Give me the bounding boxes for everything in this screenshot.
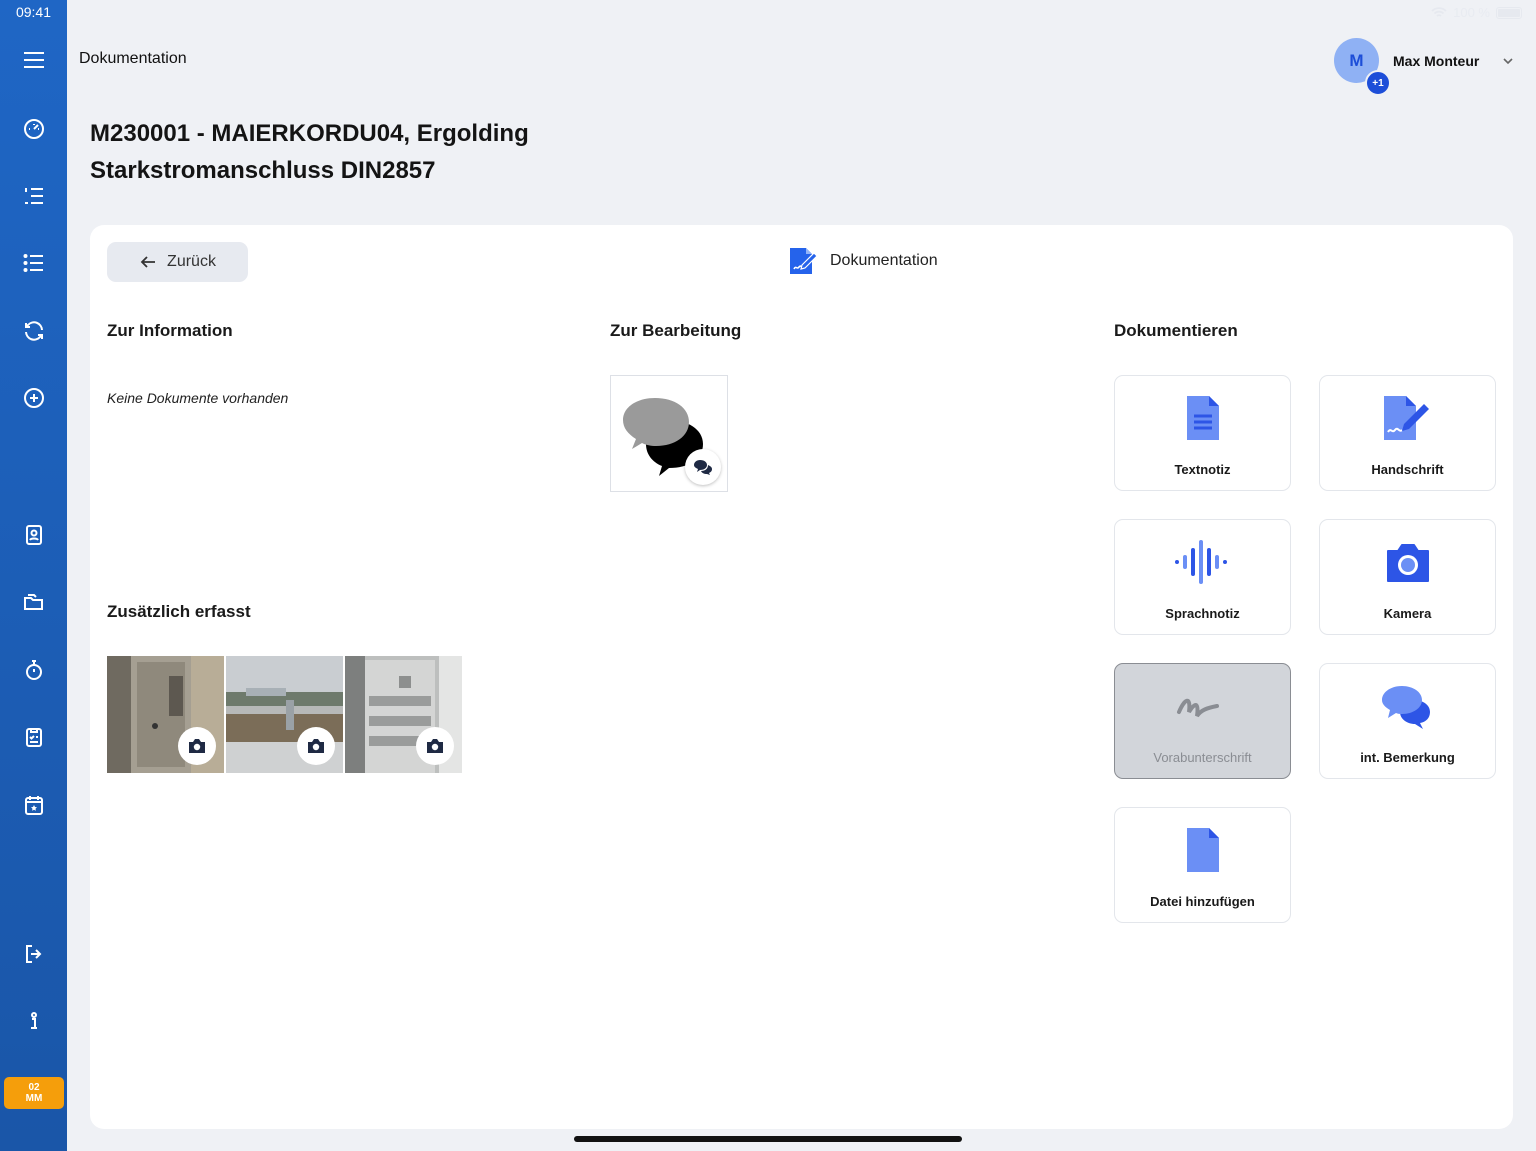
info-empty-text: Keine Dokumente vorhanden <box>107 390 289 406</box>
badge-line2: MM <box>25 1093 43 1104</box>
folders-icon <box>24 594 43 610</box>
calendar-star-icon <box>25 796 43 815</box>
wifi-icon <box>1431 6 1447 17</box>
signature-icon <box>1176 698 1219 718</box>
menu-icon <box>24 52 44 68</box>
page-title-line2: Starkstromanschluss DIN2857 <box>90 157 436 184</box>
int-bemerkung-label: int. Bemerkung <box>1360 750 1455 765</box>
chevron-down-icon[interactable] <box>1501 54 1515 68</box>
comment-badge <box>685 449 721 485</box>
sidebar-item-orders[interactable] <box>13 175 55 217</box>
doc-section-title: Dokumentieren <box>1114 321 1238 340</box>
kamera-button[interactable]: Kamera <box>1319 519 1496 635</box>
arrow-left-icon <box>140 256 156 268</box>
vorabunterschrift-button[interactable]: Vorabunterschrift <box>1114 663 1291 779</box>
vorabunterschrift-label: Vorabunterschrift <box>1153 750 1252 765</box>
contact-book-icon <box>26 525 42 545</box>
sidebar-item-tasks[interactable] <box>13 242 55 284</box>
sprachnotiz-label: Sprachnotiz <box>1165 606 1240 621</box>
camera-badge <box>416 727 454 765</box>
datei-hinzufuegen-label: Datei hinzufügen <box>1150 894 1255 909</box>
datei-hinzufuegen-button[interactable]: Datei hinzufügen <box>1114 807 1291 923</box>
stopwatch-icon <box>26 660 42 680</box>
sidebar-item-contacts[interactable] <box>13 514 55 556</box>
back-label: Zurück <box>167 253 216 270</box>
edit-section-title: Zur Bearbeitung <box>610 321 742 340</box>
user-initials-badge[interactable]: 02 MM <box>4 1077 64 1109</box>
status-bar: 100 % <box>1431 5 1522 20</box>
comments-icon <box>694 460 712 475</box>
menu-button[interactable] <box>13 39 55 81</box>
status-time: 09:41 <box>15 4 52 20</box>
documentation-card: Zurück Dokumentation Zur Information Kei… <box>90 225 1513 1129</box>
ordered-list-icon <box>25 188 43 204</box>
battery-icon <box>1496 6 1522 19</box>
handwriting-document-icon <box>1383 396 1429 440</box>
file-icon <box>1186 828 1219 872</box>
battery-percent: 100 % <box>1453 5 1490 20</box>
textnotiz-label: Textnotiz <box>1174 462 1231 477</box>
camera-badge <box>178 727 216 765</box>
kamera-label: Kamera <box>1383 606 1432 621</box>
document-signature-icon <box>790 248 818 274</box>
sidebar-item-sync[interactable] <box>13 310 55 352</box>
camera-icon <box>427 739 443 753</box>
camera-icon <box>308 739 324 753</box>
info-icon <box>31 1012 37 1029</box>
header-title: Dokumentation <box>79 50 187 67</box>
camera-icon <box>189 739 205 753</box>
page-title: M230001 - MAIERKORDU04, Ergolding Starks… <box>90 115 529 189</box>
sidebar-item-files[interactable] <box>13 581 55 623</box>
photo-thumbnail[interactable] <box>226 656 343 773</box>
sidebar-item-add[interactable] <box>13 377 55 419</box>
sidebar-item-checklist[interactable] <box>13 716 55 758</box>
sidebar-item-dashboard[interactable] <box>13 107 55 149</box>
add-circle-icon <box>24 388 44 408</box>
text-document-icon <box>1186 396 1219 440</box>
voice-wave-icon <box>1174 540 1227 584</box>
user-name: Max Monteur <box>1393 52 1480 69</box>
back-button[interactable]: Zurück <box>107 242 248 282</box>
dashboard-gauge-icon <box>24 119 44 139</box>
list-icon <box>23 254 43 272</box>
page-title-line1: M230001 - MAIERKORDU04, Ergolding <box>90 120 529 147</box>
handschrift-button[interactable]: Handschrift <box>1319 375 1496 491</box>
avatar-initial: M <box>1349 50 1364 70</box>
sidebar-item-logout[interactable] <box>13 933 55 975</box>
camera-badge <box>297 727 335 765</box>
textnotiz-button[interactable]: Textnotiz <box>1114 375 1291 491</box>
avatar[interactable]: M +1 <box>1334 38 1391 96</box>
sidebar-item-timer[interactable] <box>13 649 55 691</box>
edit-item-comment[interactable] <box>610 375 728 492</box>
sidebar-item-calendar[interactable] <box>13 784 55 826</box>
logout-icon <box>26 945 42 963</box>
badge-line1: 02 <box>28 1082 40 1093</box>
info-section-title: Zur Information <box>107 321 233 340</box>
card-heading-text: Dokumentation <box>830 252 938 269</box>
photo-thumbnail[interactable] <box>107 656 224 773</box>
camera-icon <box>1386 544 1429 582</box>
sidebar: 09:41 02 MM <box>0 0 67 1151</box>
int-bemerkung-button[interactable]: int. Bemerkung <box>1319 663 1496 779</box>
extra-section-title: Zusätzlich erfasst <box>107 602 251 621</box>
card-heading: Dokumentation <box>788 245 938 277</box>
photo-thumbnail[interactable] <box>345 656 462 773</box>
sprachnotiz-button[interactable]: Sprachnotiz <box>1114 519 1291 635</box>
avatar-extra-badge: +1 <box>1365 70 1391 96</box>
photo-strip <box>107 656 462 773</box>
comments-icon <box>1381 686 1430 729</box>
home-indicator[interactable] <box>574 1136 962 1142</box>
sync-icon <box>25 321 43 341</box>
clipboard-checklist-icon <box>26 728 42 747</box>
sidebar-item-info[interactable] <box>13 1000 55 1042</box>
handschrift-label: Handschrift <box>1371 462 1444 477</box>
user-menu[interactable]: M +1 Max Monteur <box>1334 38 1515 96</box>
